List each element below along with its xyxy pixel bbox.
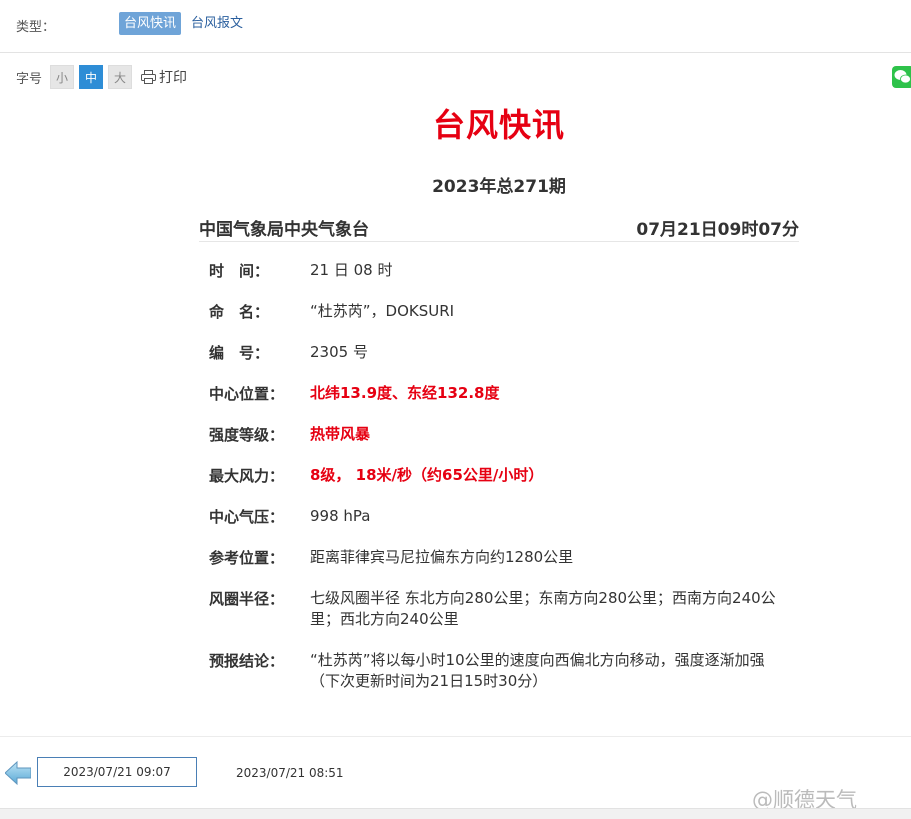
forecast-text: “杜苏芮”将以每小时10公里的速度向西偏北方向移动，强度逐渐加强 (310, 651, 765, 669)
bottom-divider (0, 736, 911, 737)
field-value: “杜苏芮”将以每小时10公里的速度向西偏北方向移动，强度逐渐加强 （下次更新时间… (310, 650, 780, 692)
bulletin-issue: 2023年总271期 (432, 177, 566, 197)
field-value: 2305 号 (310, 343, 368, 361)
forecast-note: （下次更新时间为21日15时30分） (310, 672, 548, 690)
field-label: 最大风力： (209, 467, 285, 485)
arrow-left-icon[interactable] (4, 760, 32, 790)
field-value: 8级， 18米/秒（约65公里/小时） (310, 466, 544, 484)
current-bulletin-date[interactable]: 2023/07/21 09:07 (37, 757, 197, 787)
field-value: 七级风圈半径 东北方向280公里；东南方向280公里；西南方向240公里；西北方… (310, 589, 776, 628)
print-button[interactable]: 打印 (141, 67, 187, 87)
font-size-small-button[interactable]: 小 (50, 65, 74, 89)
field-label: 编 号： (209, 344, 270, 362)
field-label: 参考位置： (209, 549, 285, 567)
type-label: 类型： (16, 20, 56, 35)
print-label: 打印 (159, 70, 187, 86)
printer-icon (141, 70, 156, 84)
tab-typhoon-news[interactable]: 台风快讯 (119, 12, 182, 35)
field-value: 北纬13.9度、东经132.8度 (310, 384, 500, 402)
tab-typhoon-report[interactable]: 台风报文 (191, 12, 243, 35)
bulletin-title: 台风快讯 (432, 106, 565, 144)
previous-bulletin-link[interactable]: 2023/07/21 08:51 (236, 766, 344, 780)
field-label: 时 间： (209, 262, 270, 280)
type-bar: 类型： 台风快讯 台风报文 (0, 0, 911, 53)
field-label: 强度等级： (209, 426, 285, 444)
field-label: 风圈半径： (209, 590, 285, 608)
page-bottom-bar (0, 808, 911, 819)
field-value: “杜苏芮”，DOKSURI (310, 302, 455, 320)
field-label: 预报结论： (209, 652, 285, 670)
field-label: 中心位置： (209, 385, 285, 403)
font-size-medium-button[interactable]: 中 (79, 65, 103, 89)
bulletin-issuer: 中国气象局中央气象台 (199, 220, 369, 240)
field-label: 命 名： (209, 303, 270, 321)
font-size-label: 字号 (16, 72, 43, 87)
field-label: 中心气压： (209, 508, 285, 526)
field-value: 21 日 08 时 (310, 261, 393, 279)
bulletin-issue-time: 07月21日09时07分 (636, 220, 799, 240)
font-size-large-button[interactable]: 大 (108, 65, 132, 89)
field-value: 998 hPa (310, 507, 371, 525)
header-divider (199, 241, 799, 242)
wechat-icon[interactable] (892, 66, 911, 88)
field-value: 热带风暴 (310, 425, 371, 443)
field-value: 距离菲律宾马尼拉偏东方向约1280公里 (310, 548, 574, 566)
